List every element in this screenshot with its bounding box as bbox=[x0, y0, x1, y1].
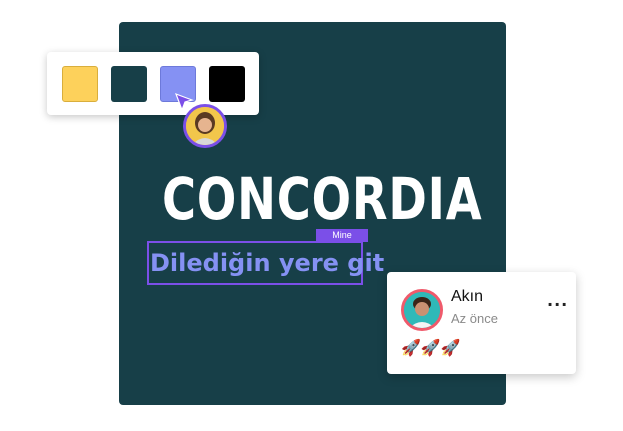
comment-body: 🚀🚀🚀 bbox=[401, 338, 461, 357]
swatch-black[interactable] bbox=[209, 66, 245, 102]
user-avatar-man bbox=[404, 292, 440, 328]
more-horizontal-icon[interactable]: ... bbox=[547, 291, 568, 310]
commenter-avatar[interactable] bbox=[401, 289, 443, 331]
owner-tag: Mine bbox=[316, 229, 368, 242]
swatch-dark-teal[interactable] bbox=[111, 66, 147, 102]
concordia-logo-text[interactable]: CONCORDIA bbox=[162, 168, 482, 230]
swatch-yellow[interactable] bbox=[62, 66, 98, 102]
collaborator-avatar[interactable] bbox=[183, 104, 227, 148]
user-avatar-woman bbox=[186, 107, 224, 145]
selected-text-element[interactable]: Dilediğin yere git bbox=[150, 247, 384, 279]
comment-card[interactable]: Akın Az önce ... 🚀🚀🚀 bbox=[387, 272, 576, 374]
comment-author: Akın bbox=[451, 288, 484, 305]
color-palette bbox=[47, 52, 259, 115]
comment-timestamp: Az önce bbox=[451, 311, 498, 326]
